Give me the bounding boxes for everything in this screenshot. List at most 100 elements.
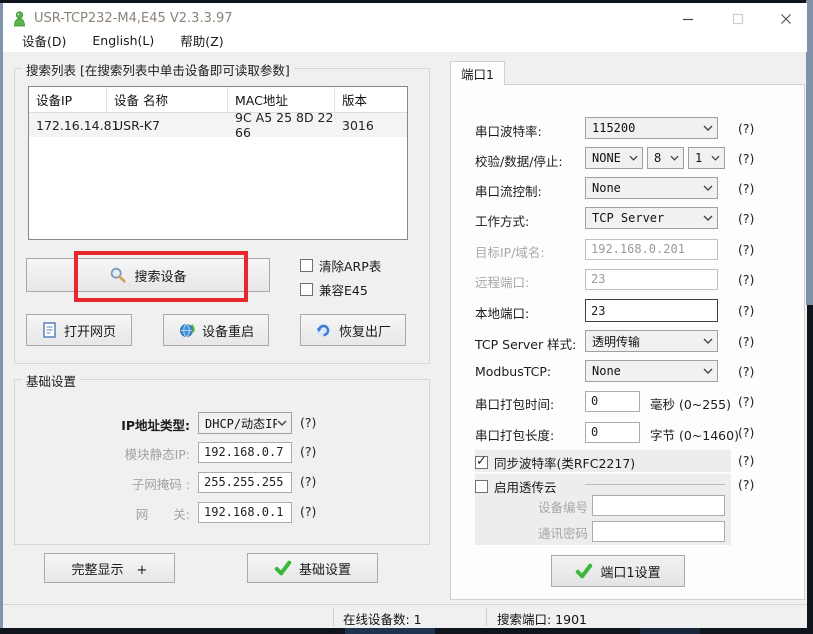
- row-static-ip: 模块静态IP: (?): [14, 441, 430, 463]
- pack-time-unit: 毫秒 (0~255): [650, 394, 731, 413]
- group-rule: [585, 484, 725, 485]
- pack-length-label: 串口打包长度:: [475, 425, 554, 444]
- local-port-input[interactable]: [585, 299, 718, 322]
- local-port-label: 本地端口:: [475, 303, 529, 322]
- remote-port-input[interactable]: [585, 269, 718, 290]
- basic-settings-apply-button[interactable]: 基础设置: [247, 553, 378, 583]
- parity-select[interactable]: NONE: [585, 147, 643, 169]
- window-title: USR-TCP232-M4,E45 V2.3.3.97: [34, 11, 233, 26]
- parity-help[interactable]: (?): [738, 151, 754, 166]
- subnet-mask-label: 子网掩码 :: [132, 474, 190, 493]
- ip-type-help[interactable]: (?): [300, 415, 316, 430]
- menu-bar: 设备(D) English(L) 帮助(Z): [3, 29, 807, 52]
- port1-settings-label: 端口1设置: [600, 562, 660, 581]
- row-device-id: 设备编号: [475, 494, 731, 514]
- table-row[interactable]: 172.16.14.81 USR-K7 9C A5 25 8D 22 66 30…: [29, 113, 407, 137]
- tab-port1[interactable]: 端口1: [450, 61, 505, 85]
- e45-compat-label: 兼容E45: [319, 280, 368, 299]
- menu-help[interactable]: 帮助(Z): [170, 29, 233, 53]
- basic-settings-legend: 基础设置: [22, 371, 80, 390]
- row-modbus-tcp: ModbusTCP: None (?): [460, 360, 805, 384]
- baud-rate-label: 串口波特率:: [475, 121, 542, 140]
- static-ip-input[interactable]: [198, 442, 292, 463]
- maximize-button[interactable]: [721, 6, 755, 31]
- clear-arp-checkbox[interactable]: 清除ARP表: [300, 256, 381, 275]
- pack-time-help[interactable]: (?): [738, 394, 754, 409]
- ip-type-select[interactable]: DHCP/动态IP: [198, 412, 292, 434]
- subnet-mask-help[interactable]: (?): [300, 474, 316, 489]
- row-pack-length: 串口打包长度: 字节 (0~1460) (?): [460, 421, 805, 445]
- gateway-help[interactable]: (?): [300, 504, 316, 519]
- device-id-label: 设备编号: [538, 497, 588, 516]
- search-list-legend: 搜索列表 [在搜索列表中单击设备即可读取参数]: [22, 60, 294, 79]
- ip-type-label: IP地址类型:: [121, 415, 190, 434]
- chevron-down-icon: [629, 155, 638, 161]
- chevron-down-icon: [711, 155, 720, 161]
- col-mac-address[interactable]: MAC地址: [228, 87, 335, 112]
- menu-english[interactable]: English(L): [82, 31, 164, 51]
- status-divider: [333, 608, 334, 626]
- static-ip-help[interactable]: (?): [300, 444, 316, 459]
- gateway-input[interactable]: [198, 502, 292, 523]
- row-parity-data-stop: 校验/数据/停止: NONE 8 1 (?): [460, 147, 805, 171]
- sync-baud-help[interactable]: (?): [738, 453, 754, 468]
- backdrop-right: [806, 0, 813, 305]
- basic-settings-apply-label: 基础设置: [299, 559, 351, 578]
- target-ip-input[interactable]: [585, 239, 718, 260]
- tcp-server-style-select[interactable]: 透明传输: [585, 330, 718, 352]
- pack-time-input[interactable]: [585, 391, 640, 412]
- minimize-button[interactable]: [671, 6, 705, 31]
- online-device-count: 在线设备数: 1: [343, 609, 422, 628]
- e45-compat-checkbox[interactable]: 兼容E45: [300, 280, 368, 299]
- menu-device[interactable]: 设备(D): [12, 29, 76, 53]
- subnet-mask-input[interactable]: [198, 472, 292, 493]
- tcp-server-style-help[interactable]: (?): [738, 334, 754, 349]
- remote-port-help[interactable]: (?): [738, 272, 754, 287]
- cloud-enable-help[interactable]: (?): [738, 477, 754, 492]
- reset-arrow-icon: [315, 322, 332, 339]
- factory-reset-button[interactable]: 恢复出厂: [300, 314, 406, 346]
- device-restart-button[interactable]: 设备重启: [163, 314, 269, 346]
- cloud-enable-checkbox[interactable]: 启用透传云: [475, 477, 557, 496]
- pack-length-unit: 字节 (0~1460): [650, 425, 739, 444]
- checkbox-icon: [300, 259, 313, 272]
- data-bits-select[interactable]: 8: [647, 147, 684, 169]
- col-version[interactable]: 版本: [335, 87, 407, 112]
- close-button[interactable]: [769, 6, 803, 31]
- chevron-down-icon: [703, 338, 713, 344]
- work-mode-select[interactable]: TCP Server: [585, 207, 718, 229]
- baud-rate-help[interactable]: (?): [738, 121, 754, 136]
- device-id-input[interactable]: [592, 495, 725, 516]
- row-remote-port: 远程端口: (?): [460, 268, 805, 292]
- col-device-ip[interactable]: 设备IP: [29, 87, 107, 112]
- modbus-tcp-select[interactable]: None: [585, 360, 718, 382]
- sync-baud-checkbox[interactable]: 同步波特率(类RFC2217): [475, 453, 635, 472]
- cell-device-name: USR-K7: [107, 113, 228, 137]
- row-local-port: 本地端口: (?): [460, 299, 805, 323]
- pack-length-input[interactable]: [585, 422, 640, 443]
- device-table-header: 设备IP 设备 名称 MAC地址 版本: [29, 87, 407, 113]
- col-device-name[interactable]: 设备 名称: [107, 87, 228, 112]
- pack-length-help[interactable]: (?): [738, 425, 754, 440]
- flow-control-help[interactable]: (?): [738, 181, 754, 196]
- stop-bits-select[interactable]: 1: [688, 147, 725, 169]
- modbus-tcp-help[interactable]: (?): [738, 364, 754, 379]
- remote-port-label: 远程端口:: [475, 272, 529, 291]
- open-webpage-label: 打开网页: [64, 321, 116, 340]
- cell-mac-address: 9C A5 25 8D 22 66: [228, 113, 335, 137]
- row-comm-password: 通讯密码: [475, 520, 731, 540]
- comm-password-input[interactable]: [592, 521, 725, 542]
- modbus-tcp-label: ModbusTCP:: [475, 364, 551, 379]
- open-webpage-button[interactable]: 打开网页: [26, 314, 132, 346]
- chevron-down-icon: [670, 155, 679, 161]
- baud-rate-select[interactable]: 115200: [585, 117, 718, 139]
- flow-control-select[interactable]: None: [585, 177, 718, 199]
- work-mode-help[interactable]: (?): [738, 211, 754, 226]
- port1-settings-button[interactable]: 端口1设置: [551, 555, 685, 587]
- flow-control-label: 串口流控制:: [475, 181, 542, 200]
- target-ip-help[interactable]: (?): [738, 242, 754, 257]
- full-display-button[interactable]: 完整显示 +: [44, 553, 175, 583]
- local-port-help[interactable]: (?): [738, 303, 754, 318]
- pack-time-label: 串口打包时间:: [475, 394, 554, 413]
- row-gateway: 网 关: (?): [14, 501, 430, 523]
